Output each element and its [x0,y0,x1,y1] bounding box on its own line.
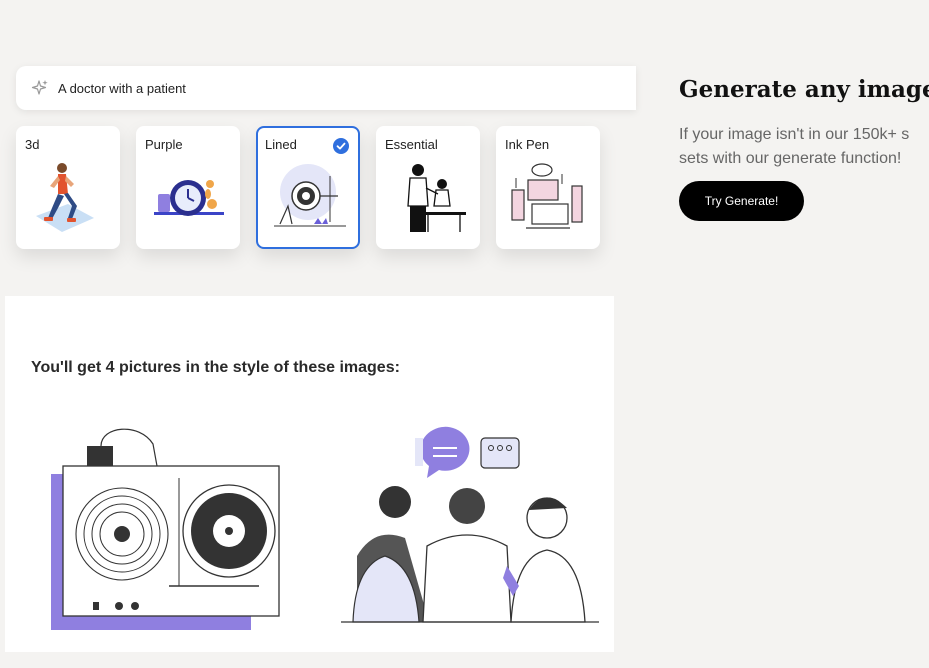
style-card-ink-pen[interactable]: Ink Pen [496,126,600,249]
preview-panel: You'll get 4 pictures in the style of th… [5,296,614,652]
prompt-search-box[interactable] [16,66,636,110]
style-label: Purple [145,137,183,152]
style-card-essential[interactable]: Essential [376,126,480,249]
promo-heading: Generate any images y [679,76,929,103]
turntable-illustration [51,428,280,630]
style-label: 3d [25,137,40,152]
promo-description-line: sets with our generate function! [679,150,902,167]
preview-title: You'll get 4 pictures in the style of th… [31,359,400,376]
people-conversation-illustration [341,426,599,623]
doctor-patient-thumbnail [407,164,466,232]
check-icon [333,138,349,154]
prompt-input[interactable] [56,79,560,97]
try-generate-button[interactable]: Try Generate! [679,181,804,221]
style-card-lined[interactable]: Lined [256,126,360,249]
sparkle-icon [30,78,50,98]
devices-thumbnail [511,163,583,229]
style-label: Essential [385,137,438,152]
promo-description-line: If your image isn't in our 150k+ s [679,126,910,143]
clock-thumbnail [154,180,224,216]
target-thumbnail [274,164,346,227]
runner-thumbnail [36,163,94,232]
promo-description: If your image isn't in our 150k+ s sets … [679,123,929,171]
style-label: Lined [265,137,297,152]
style-card-3d[interactable]: 3d [16,126,120,249]
style-card-purple[interactable]: Purple [136,126,240,249]
style-label: Ink Pen [505,137,550,152]
